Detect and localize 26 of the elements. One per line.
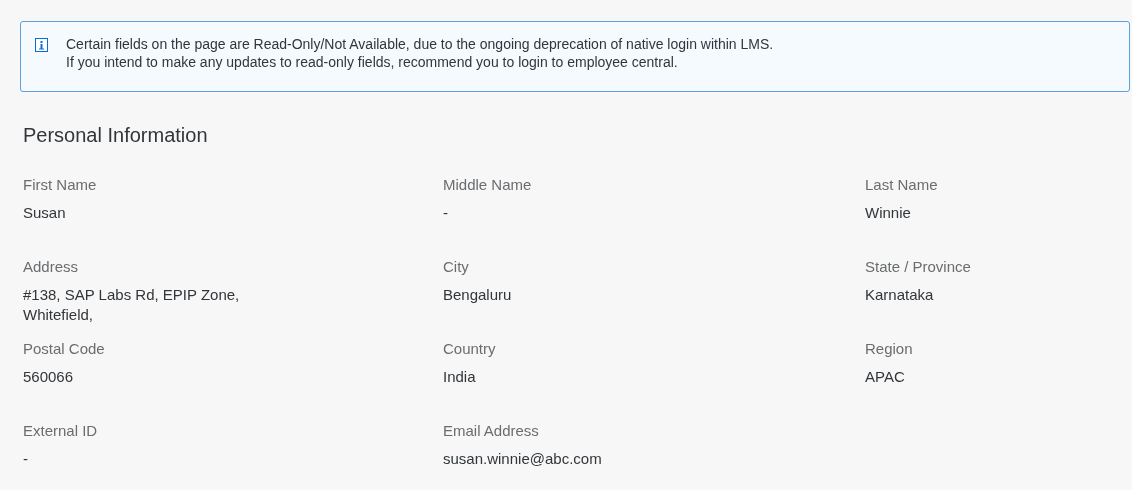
field-value: 560066 [23,368,74,385]
field-value: #138, SAP Labs Rd, EPIP Zone, Whitefield, [23,286,240,323]
field-label: External ID [23,421,99,441]
field-label: State / Province [865,257,972,277]
field-value: Bengaluru [443,286,512,303]
field-label: Last Name [865,175,939,195]
field-label: City [443,257,470,277]
field-value: - [23,450,28,467]
field-value: Susan [23,204,66,221]
field-value: Karnataka [865,286,934,303]
field-value: - [443,204,448,221]
field-value: susan.winnie@abc.com [443,450,602,467]
notice-text: If you intend to make any updates to read-only fields, recommend you to login to employee central. [66,53,679,71]
field-label: Region [865,339,914,359]
field-label: Middle Name [443,175,533,195]
field-value: Winnie [865,204,911,221]
field-label: Email Address [443,421,540,441]
field-value: India [443,368,476,385]
field-label: Address [23,257,80,277]
field-label: Country [443,339,497,359]
field-label: First Name [23,175,98,195]
notice-text: Certain fields on the page are Read-Only/Not Available, due to the ongoing deprecation of native login within LMS. [66,35,774,53]
field-value: APAC [865,368,905,385]
section-title: Personal Information [23,123,209,147]
field-label: Postal Code [23,339,106,359]
info-icon [35,38,48,52]
